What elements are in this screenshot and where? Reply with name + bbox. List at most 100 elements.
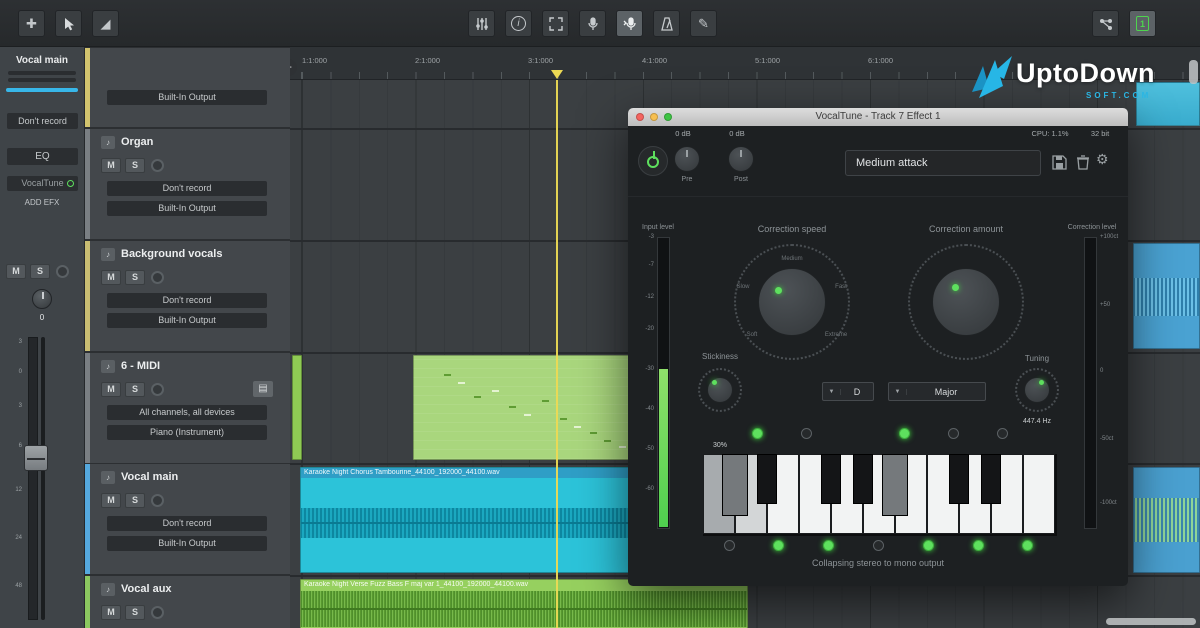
midi-clip-fragment[interactable] [292, 355, 302, 460]
record-arm-button[interactable] [151, 383, 164, 396]
record-mode-button[interactable]: Don't record [107, 293, 267, 308]
record-mode-button[interactable]: Don't record [107, 181, 267, 196]
midi-input-button[interactable]: All channels, all devices [107, 405, 267, 420]
note-radio[interactable] [948, 428, 959, 439]
mute-button[interactable]: M [101, 605, 121, 620]
audio-clip[interactable] [1133, 243, 1200, 349]
track-row-vocal-aux[interactable]: ♪ Vocal aux M S [85, 576, 290, 628]
solo-button[interactable]: S [125, 605, 145, 620]
mute-button[interactable]: M [101, 382, 121, 397]
draw-tool-button[interactable]: ✎ [690, 10, 717, 37]
record-arm-button[interactable] [151, 606, 164, 619]
piano-roll-icon[interactable]: ▤ [253, 381, 273, 397]
playhead-marker[interactable] [551, 70, 563, 79]
preset-selector[interactable]: Medium attack [845, 150, 1041, 176]
track-output-button[interactable]: Built-In Output [107, 313, 267, 328]
move-tool-button[interactable]: ✚ [18, 10, 45, 37]
correction-amount-knob[interactable] [932, 268, 1000, 336]
stickiness-knob[interactable] [707, 377, 733, 403]
record-mode-button[interactable]: Don't record [7, 113, 78, 129]
note-radio[interactable] [801, 428, 812, 439]
audio-clip-vocal-aux[interactable]: Karaoke Night Verse Fuzz Bass F maj var … [300, 579, 748, 628]
piano-black-key[interactable] [882, 454, 908, 516]
track-row-partial[interactable]: Built-In Output [85, 48, 290, 127]
pan-slider[interactable] [6, 88, 78, 92]
piano-black-key[interactable] [821, 454, 841, 504]
piano-white-key[interactable] [1023, 454, 1055, 534]
routing-button[interactable] [1092, 10, 1119, 37]
fade-tool-button[interactable]: ◢ [92, 10, 119, 37]
note-radio[interactable] [873, 540, 884, 551]
record-arm-button[interactable] [56, 265, 69, 278]
record-mode-button[interactable]: Don't record [107, 516, 267, 531]
save-preset-icon[interactable] [1052, 155, 1067, 170]
plugin-power-button[interactable] [638, 146, 668, 176]
record-monitor-button[interactable] [616, 10, 643, 37]
piano-black-key[interactable] [853, 454, 873, 504]
mute-button[interactable]: M [101, 270, 121, 285]
correction-speed-knob[interactable] [758, 268, 826, 336]
record-arm-button[interactable] [151, 494, 164, 507]
note-radio[interactable] [899, 428, 910, 439]
solo-button[interactable]: S [30, 264, 50, 279]
clip-panel-button[interactable]: 1 [1129, 10, 1156, 37]
track-output-button[interactable]: Built-In Output [107, 536, 267, 551]
metronome-button[interactable] [653, 10, 680, 37]
track-row-organ[interactable]: ♪ Organ M S Don't record Built-In Output [85, 129, 290, 239]
cursor-tool-button[interactable] [55, 10, 82, 37]
solo-button[interactable]: S [125, 382, 145, 397]
audio-clip[interactable] [1133, 467, 1200, 573]
tuning-knob[interactable] [1024, 377, 1050, 403]
piano-black-key[interactable] [981, 454, 1001, 504]
mute-button[interactable]: M [101, 493, 121, 508]
effect-slot-button[interactable]: VocalTune [7, 176, 78, 191]
piano-keyboard[interactable] [703, 454, 1057, 536]
note-radio[interactable] [752, 428, 763, 439]
mixer-button[interactable] [468, 10, 495, 37]
mute-button[interactable]: M [6, 264, 26, 279]
audio-clip-vocal-main[interactable]: Karaoke Night Chorus Tambourine_44100_19… [300, 467, 640, 573]
volume-fader-cap[interactable] [24, 445, 48, 471]
horizontal-scrollbar-thumb[interactable] [1106, 618, 1196, 625]
add-efx-button[interactable]: ADD EFX [0, 198, 84, 207]
info-button[interactable]: i [505, 10, 532, 37]
record-arm-button[interactable] [151, 271, 164, 284]
mic-input-button[interactable] [579, 10, 606, 37]
solo-button[interactable]: S [125, 270, 145, 285]
mute-button[interactable]: M [101, 158, 121, 173]
scale-selector[interactable]: ▼ Major [888, 382, 986, 401]
pan-knob[interactable] [32, 289, 52, 309]
note-radio[interactable] [923, 540, 934, 551]
eq-button[interactable]: EQ [7, 148, 78, 165]
piano-black-key[interactable] [949, 454, 969, 504]
note-radio[interactable] [997, 428, 1008, 439]
solo-button[interactable]: S [125, 158, 145, 173]
delete-preset-icon[interactable] [1076, 155, 1090, 170]
track-row-vocal-main[interactable]: ♪ Vocal main M S Don't record Built-In O… [85, 464, 290, 574]
solo-button[interactable]: S [125, 493, 145, 508]
track-row-background-vocals[interactable]: ♪ Background vocals M S Don't record Bui… [85, 241, 290, 351]
note-radio[interactable] [773, 540, 784, 551]
piano-black-key[interactable] [722, 454, 748, 516]
instrument-button[interactable]: Piano (Instrument) [107, 425, 267, 440]
pre-gain-knob[interactable] [674, 146, 700, 172]
vocaltune-plugin-window[interactable]: VocalTune - Track 7 Effect 1 0 dB 0 dB C… [628, 108, 1128, 586]
correction-amount-label: Correction amount [896, 224, 1036, 234]
plugin-titlebar[interactable]: VocalTune - Track 7 Effect 1 [628, 108, 1128, 126]
note-radio[interactable] [823, 540, 834, 551]
plugin-settings-gear-icon[interactable]: ⚙ [1096, 151, 1109, 168]
vertical-scrollbar-thumb[interactable] [1189, 60, 1198, 84]
note-radio[interactable] [973, 540, 984, 551]
fullscreen-button[interactable] [542, 10, 569, 37]
note-radio[interactable] [724, 540, 735, 551]
track-row-midi[interactable]: ♪ 6 - MIDI M S ▤ All channels, all devic… [85, 353, 290, 463]
piano-black-key[interactable] [757, 454, 777, 504]
playhead-line[interactable] [556, 80, 558, 628]
note-radio[interactable] [1022, 540, 1033, 551]
track-output-button[interactable]: Built-In Output [107, 90, 267, 105]
key-selector[interactable]: ▼ D [822, 382, 874, 401]
post-gain-knob[interactable] [728, 146, 754, 172]
midi-clip[interactable] [413, 355, 640, 460]
record-arm-button[interactable] [151, 159, 164, 172]
track-output-button[interactable]: Built-In Output [107, 201, 267, 216]
